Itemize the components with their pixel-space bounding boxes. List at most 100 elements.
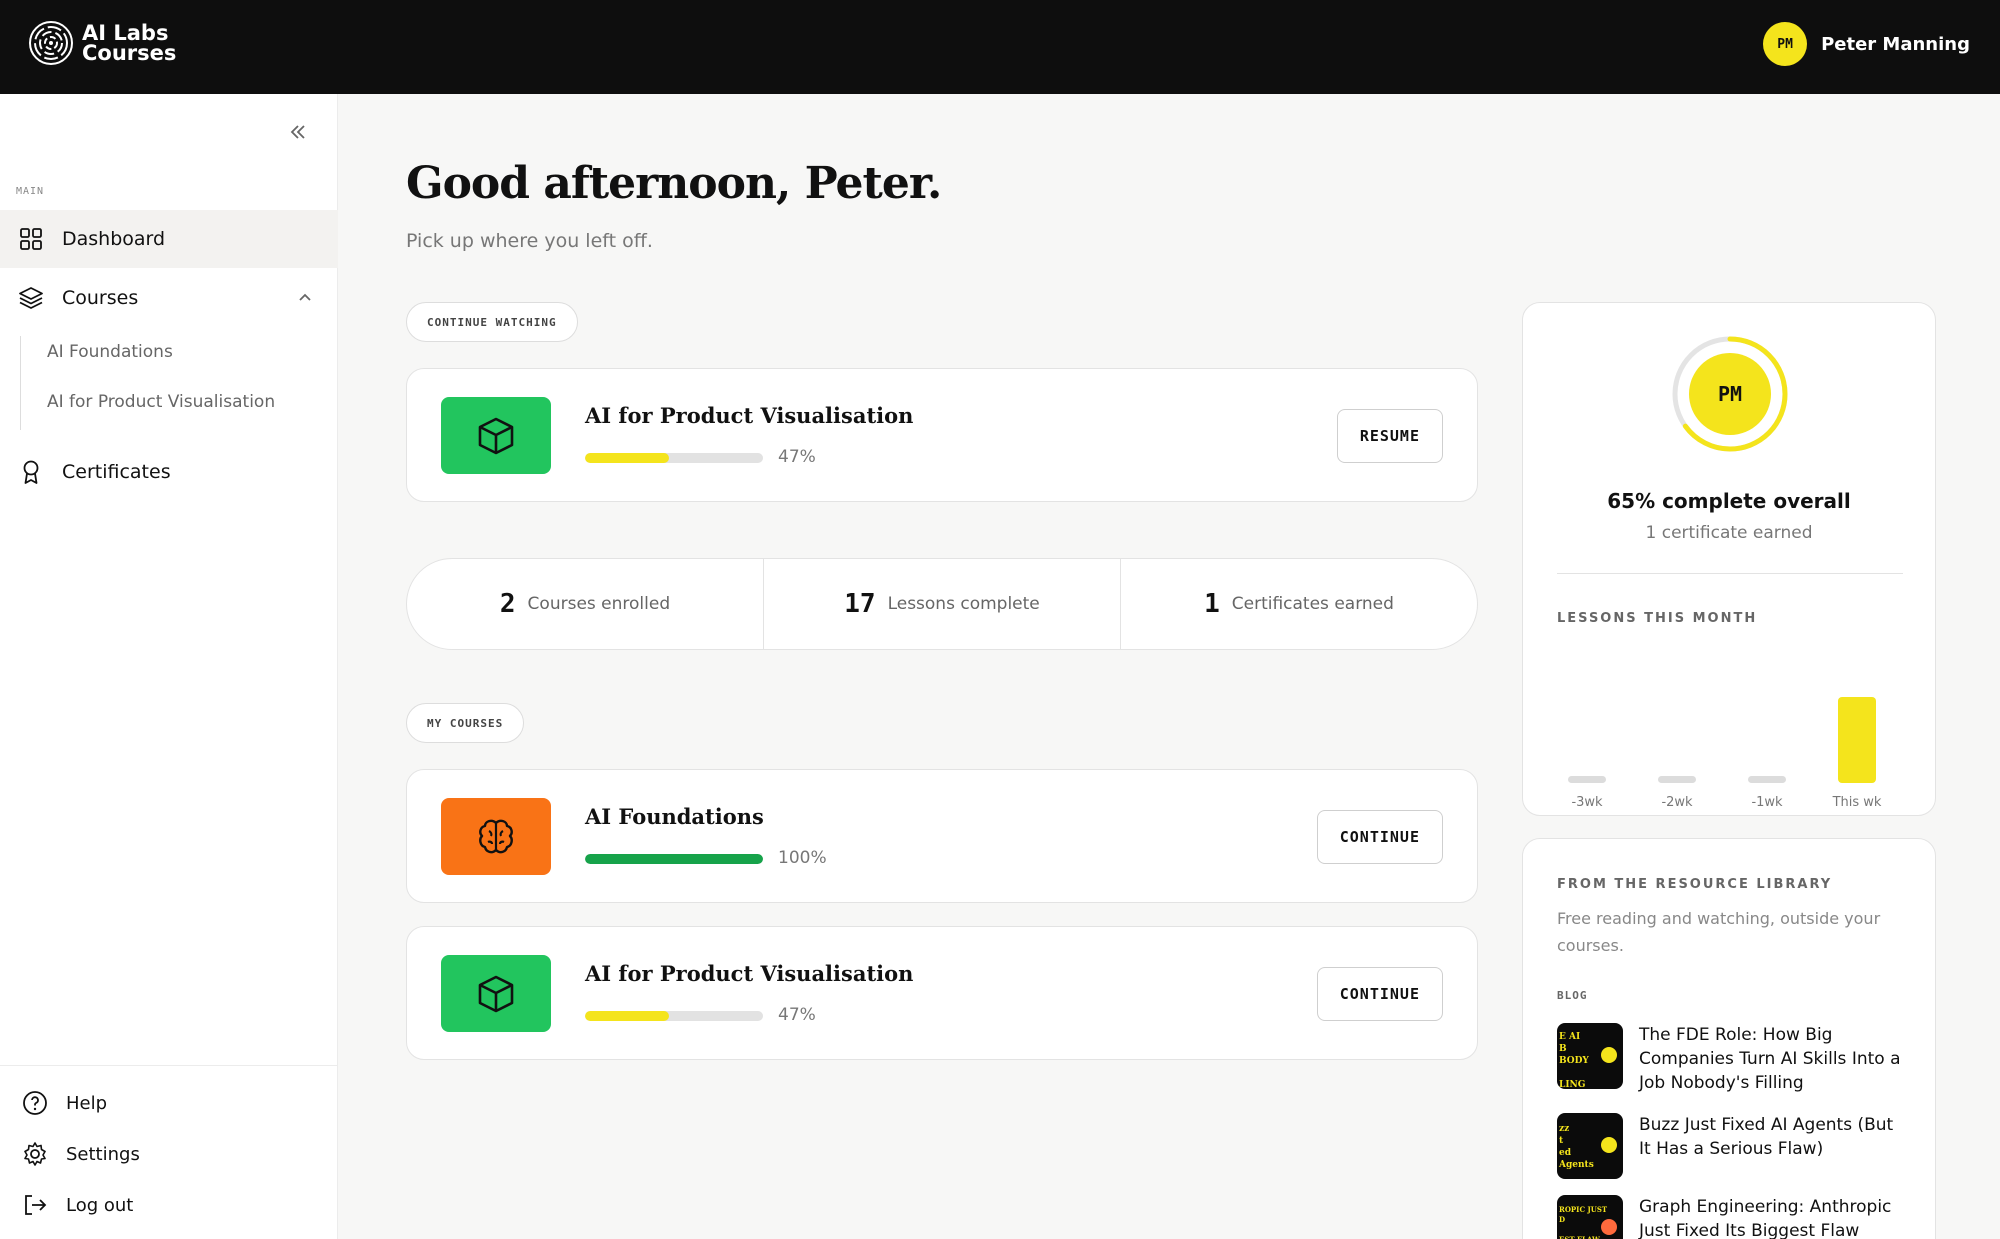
- course-progress-bar: [585, 854, 763, 864]
- post-thumbnail-text: zz t ed Agents: [1559, 1124, 1594, 1170]
- blog-post[interactable]: E AI B BODY LING The FDE Role: How Big C…: [1557, 1023, 1907, 1095]
- sidebar-footer: Help Settings Log out: [0, 1065, 338, 1239]
- course-progress-text: 100%: [778, 848, 827, 868]
- blog-post[interactable]: zz t ed Agents Buzz Just Fixed AI Agents…: [1557, 1113, 1907, 1179]
- sidebar-subitem-ai-product-visualisation[interactable]: AI for Product Visualisation: [47, 392, 275, 412]
- course-card-ai-foundations[interactable]: AI Foundations 100% CONTINUE: [406, 769, 1478, 903]
- user-name[interactable]: Peter Manning: [1821, 34, 1970, 55]
- stat-number: 1: [1204, 589, 1220, 619]
- logo-line-2: Courses: [82, 41, 177, 65]
- sidebar-item-label: Log out: [66, 1194, 134, 1216]
- overall-progress-text: 65% complete overall: [1607, 489, 1851, 513]
- section-pill-my-courses: MY COURSES: [406, 703, 525, 743]
- post-thumbnail-text: ROPIC JUST D EST FLAW: [1559, 1205, 1608, 1239]
- chart-title: LESSONS THIS MONTH: [1557, 611, 1758, 626]
- brain-icon: [479, 819, 513, 853]
- sidebar-item-certificates[interactable]: Certificates: [0, 443, 338, 501]
- award-icon: [18, 459, 44, 485]
- stat-certificates-earned: 1 Certificates earned: [1121, 559, 1477, 649]
- sidebar-item-logout[interactable]: Log out: [22, 1192, 133, 1218]
- chart-bar: [1568, 776, 1606, 783]
- resource-library-panel: FROM THE RESOURCE LIBRARY Free reading a…: [1522, 838, 1936, 1239]
- overall-progress-ring: PM: [1672, 336, 1788, 452]
- library-description: Free reading and watching, outside your …: [1557, 909, 1881, 955]
- resume-button[interactable]: RESUME: [1336, 409, 1443, 463]
- sun-icon: [1601, 1047, 1617, 1063]
- sidebar-item-courses[interactable]: Courses: [0, 269, 338, 327]
- chart-tick-label: -1wk: [1751, 795, 1783, 810]
- layers-icon: [18, 285, 44, 311]
- cube-icon: [478, 975, 514, 1012]
- continue-course-card[interactable]: AI for Product Visualisation 47% RESUME: [406, 368, 1478, 502]
- course-title: AI Foundations: [585, 804, 764, 829]
- course-progress-fill: [585, 1011, 669, 1021]
- stat-number: 17: [844, 589, 876, 619]
- sidebar-item-dashboard[interactable]: Dashboard: [0, 210, 338, 268]
- stat-lessons-complete: 17 Lessons complete: [764, 559, 1121, 649]
- lessons-chart: -3wk -2wk -1wk This wk: [1557, 653, 1903, 813]
- post-thumbnail: zz t ed Agents: [1557, 1113, 1623, 1179]
- page-subtitle: Pick up where you left off.: [406, 230, 653, 252]
- sidebar-item-label: Help: [66, 1092, 108, 1114]
- user-menu[interactable]: PM Peter Manning: [1763, 22, 1970, 66]
- course-progress-bar: [585, 453, 763, 463]
- logo-line-1: AI Labs: [82, 21, 169, 45]
- courses-subnav: AI Foundations AI for Product Visualisat…: [20, 336, 275, 430]
- app-logo[interactable]: AI Labs Courses: [28, 20, 176, 66]
- top-bar: AI Labs Courses PM Peter Manning: [0, 0, 2000, 94]
- post-title[interactable]: Graph Engineering: Anthropic Just Fixed …: [1639, 1195, 1907, 1239]
- page-title: Good afternoon, Peter.: [406, 158, 942, 209]
- logo-icon: [29, 21, 73, 65]
- chart-tick-label: This wk: [1832, 795, 1882, 810]
- chevron-up-icon[interactable]: [296, 288, 314, 306]
- post-title[interactable]: Buzz Just Fixed AI Agents (But It Has a …: [1639, 1113, 1907, 1179]
- collapse-sidebar-button[interactable]: [284, 118, 312, 146]
- course-progress-fill: [585, 854, 763, 864]
- library-title: FROM THE RESOURCE LIBRARY: [1557, 877, 1833, 892]
- stat-number: 2: [499, 589, 516, 619]
- logout-icon: [25, 1195, 47, 1215]
- sidebar-item-label: Courses: [62, 287, 139, 309]
- certificates-earned-text: 1 certificate earned: [1645, 523, 1813, 543]
- chart-tick-label: -2wk: [1661, 795, 1693, 810]
- sidebar-item-label: Certificates: [62, 461, 171, 483]
- sidebar-item-help[interactable]: Help: [22, 1090, 107, 1116]
- post-thumbnail: E AI B BODY LING: [1557, 1023, 1623, 1089]
- continue-button[interactable]: CONTINUE: [1316, 810, 1443, 864]
- course-thumbnail: [441, 397, 551, 474]
- panel-avatar-initials: PM: [1718, 382, 1742, 406]
- chart-bar: [1838, 697, 1876, 783]
- chart-tick-label: -3wk: [1571, 795, 1603, 810]
- course-thumbnail: [441, 955, 551, 1032]
- panel-divider: [1557, 573, 1903, 574]
- grid-icon: [18, 226, 44, 252]
- section-label-main: MAIN: [16, 186, 45, 197]
- avatar[interactable]: PM: [1763, 22, 1808, 66]
- stat-courses-enrolled: 2 Courses enrolled: [407, 559, 764, 649]
- course-card-ai-product-visualisation[interactable]: AI for Product Visualisation 47% CONTINU…: [406, 926, 1478, 1060]
- double-chevron-left-icon: [290, 125, 305, 139]
- stat-label: Lessons complete: [887, 594, 1040, 614]
- course-progress-bar: [585, 1011, 763, 1021]
- course-thumbnail: [441, 798, 551, 875]
- section-pill-continue-watching: CONTINUE WATCHING: [406, 302, 578, 342]
- stat-label: Certificates earned: [1231, 594, 1394, 614]
- blog-post[interactable]: ROPIC JUST D EST FLAW Graph Engineering:…: [1557, 1195, 1907, 1239]
- logo-text: AI Labs Courses: [82, 21, 177, 65]
- course-title: AI for Product Visualisation: [585, 961, 914, 986]
- course-title: AI for Product Visualisation: [585, 403, 914, 428]
- burst-icon: [1601, 1219, 1617, 1235]
- progress-panel: PM 65% complete overall 1 certificate ea…: [1522, 302, 1936, 816]
- post-title[interactable]: The FDE Role: How Big Companies Turn AI …: [1639, 1023, 1907, 1095]
- sidebar-subitem-ai-foundations[interactable]: AI Foundations: [47, 342, 173, 362]
- sidebar: MAIN Dashboard Courses AI Foundations AI…: [0, 94, 338, 1239]
- blog-label: BLOG: [1557, 989, 1588, 1002]
- chart-bar: [1658, 776, 1696, 783]
- sidebar-item-label: Settings: [66, 1143, 140, 1165]
- gear-icon: [24, 1142, 46, 1166]
- course-progress-fill: [585, 453, 669, 463]
- continue-button[interactable]: CONTINUE: [1316, 967, 1443, 1021]
- sidebar-item-settings[interactable]: Settings: [22, 1141, 140, 1167]
- course-progress-text: 47%: [778, 447, 816, 467]
- post-thumbnail: ROPIC JUST D EST FLAW: [1557, 1195, 1623, 1239]
